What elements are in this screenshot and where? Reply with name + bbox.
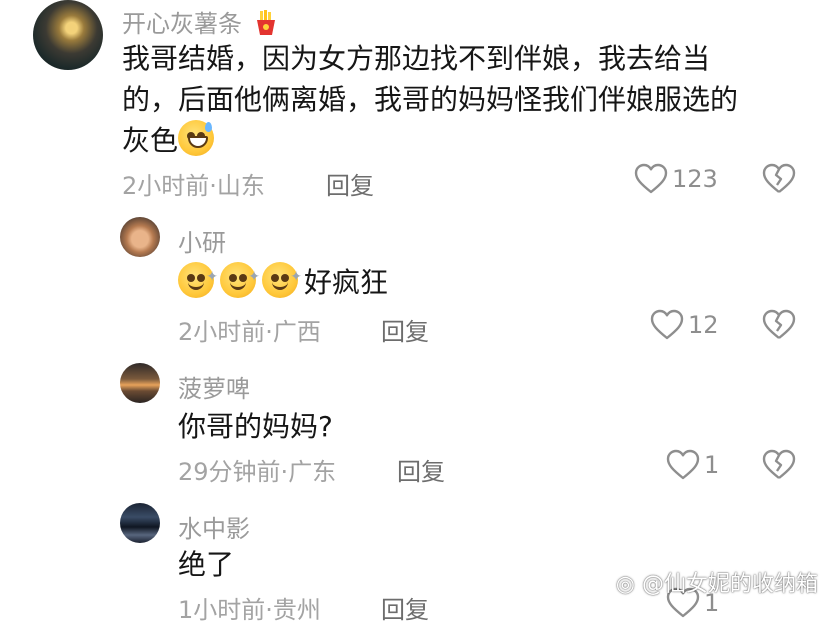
time: 29分钟前 [178, 458, 281, 486]
username-text[interactable]: 开心灰薯条 [122, 10, 242, 38]
comment-line-text: 灰色 [122, 124, 179, 157]
heart-icon [634, 163, 668, 194]
time: 2小时前 [178, 318, 266, 346]
separator: · [209, 172, 217, 200]
like-button[interactable]: 1 [666, 449, 719, 481]
comment-line: 的，后面他俩离婚，我哥的妈妈怪我们伴娘服选的 [122, 83, 739, 116]
heart-icon [666, 449, 700, 480]
reply-comment: 菠萝啤 你哥的妈妈? 29分钟前·广东 回复 1 [0, 358, 828, 498]
separator: · [265, 596, 273, 624]
avatar[interactable] [120, 363, 160, 403]
comment-meta: 2小时前·广西 [178, 312, 321, 347]
broken-heart-icon [762, 163, 796, 193]
comment-text-value: 好疯狂 [304, 266, 389, 299]
comment-text: 绝了 [178, 548, 235, 581]
time: 1小时前 [178, 596, 266, 624]
location: 贵州 [272, 596, 321, 624]
comment-meta: 2小时前·山东 [122, 166, 265, 201]
main-comment: 开心灰薯条 我哥结婚，因为女方那边找不到伴娘，我去给当 的，后面他俩离婚，我哥的… [0, 0, 828, 200]
comment-line: 我哥结婚，因为女方那边找不到伴娘，我去给当 [122, 42, 711, 75]
comment-meta: 1小时前·贵州 [178, 590, 321, 625]
comment-text: 你哥的妈妈? [178, 410, 333, 443]
dizzy-smile-emoji-icon: ✦ [262, 262, 302, 298]
username[interactable]: 小研 [178, 223, 226, 258]
dislike-button[interactable] [762, 449, 796, 485]
separator: · [265, 318, 273, 346]
like-count: 1 [704, 451, 720, 479]
broken-heart-icon [762, 449, 796, 479]
reply-comment: 小研 ✦ ✦ ✦ 好疯狂 2小时前·广西 回复 12 [0, 212, 828, 352]
avatar[interactable] [33, 0, 103, 70]
username[interactable]: 开心灰薯条 [122, 4, 278, 39]
location: 广西 [272, 318, 321, 346]
location: 山东 [216, 172, 265, 200]
weibo-logo-icon: ◎ [615, 572, 635, 597]
dizzy-smile-emoji-icon: ✦ [178, 262, 218, 298]
avatar[interactable] [120, 503, 160, 543]
comment-meta: 29分钟前·广东 [178, 452, 336, 487]
username[interactable]: 菠萝啤 [178, 369, 250, 404]
comment-text: 我哥结婚，因为女方那边找不到伴娘，我去给当 的，后面他俩离婚，我哥的妈妈怪我们伴… [122, 38, 812, 161]
comment-line: 灰色 [122, 120, 812, 161]
avatar[interactable] [120, 217, 160, 257]
like-count: 12 [688, 311, 719, 339]
like-count: 123 [672, 165, 718, 193]
grin-sweat-emoji-icon [178, 120, 215, 156]
dislike-button[interactable] [762, 309, 796, 345]
heart-icon [650, 309, 684, 340]
dislike-button[interactable] [762, 163, 796, 199]
location: 广东 [288, 458, 337, 486]
reply-button[interactable]: 回复 [397, 452, 445, 487]
reply-button[interactable]: 回复 [381, 312, 429, 347]
broken-heart-icon [762, 309, 796, 339]
reply-button[interactable]: 回复 [326, 166, 374, 201]
reply-button[interactable]: 回复 [381, 590, 429, 625]
like-button[interactable]: 123 [634, 163, 718, 195]
watermark: ◎ @仙女妮的收纳箱 [616, 566, 818, 598]
watermark-text: @仙女妮的收纳箱 [641, 572, 818, 597]
fries-icon [254, 10, 278, 36]
username[interactable]: 水中影 [178, 509, 250, 544]
time: 2小时前 [122, 172, 210, 200]
dizzy-smile-emoji-icon: ✦ [220, 262, 260, 298]
comment-text: ✦ ✦ ✦ 好疯狂 [178, 262, 388, 303]
like-button[interactable]: 12 [650, 309, 719, 341]
